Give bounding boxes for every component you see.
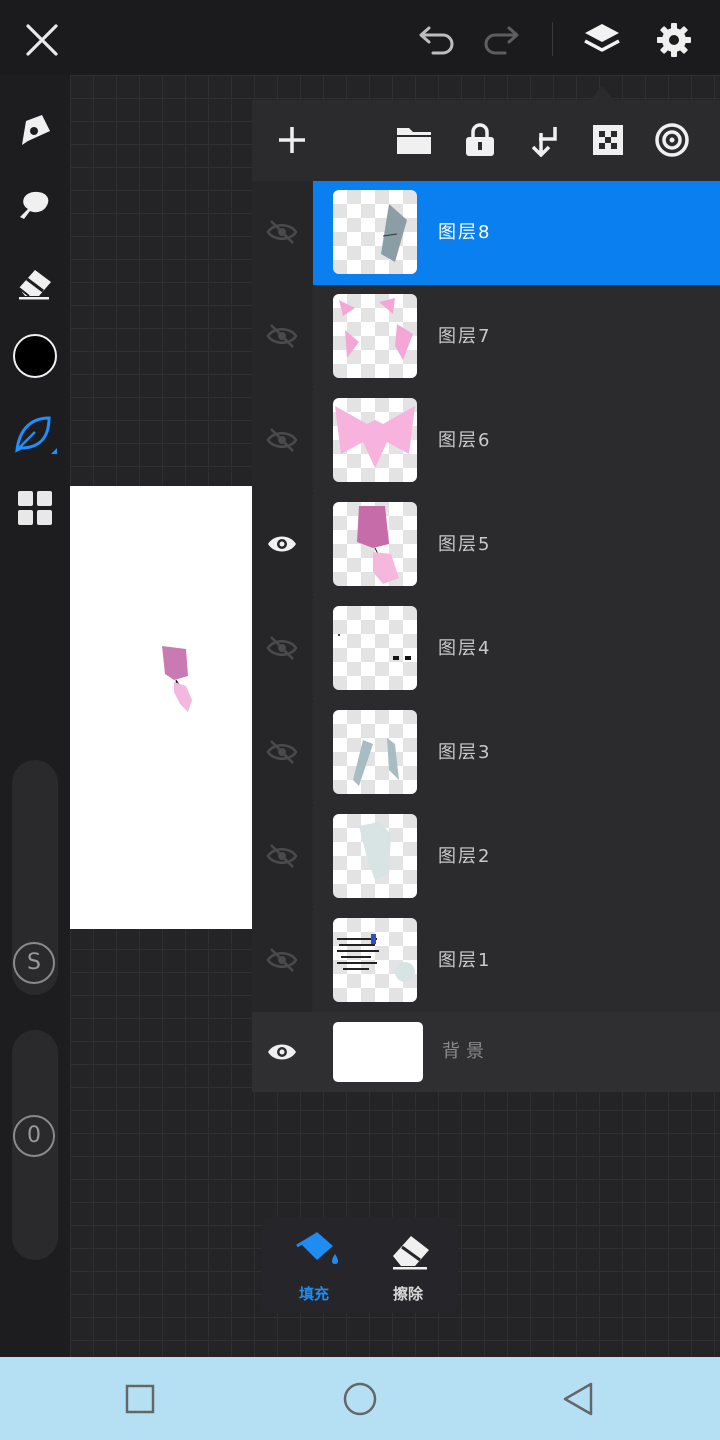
recent-apps-icon[interactable] [116,1375,164,1423]
paint-bucket-icon[interactable] [292,1227,342,1273]
toolbar-divider [552,22,553,56]
layer-name: 图层5 [438,534,492,555]
folder-icon[interactable] [394,120,434,160]
redo-icon[interactable] [478,18,524,62]
background-layer-row[interactable]: 背景 [252,1012,720,1092]
layer-name: 图层2 [438,846,492,867]
top-toolbar [0,0,720,100]
layer-row[interactable]: 图层3 [252,701,720,806]
color-swatch[interactable] [13,334,57,378]
layer-item[interactable]: 图层7 [313,285,720,389]
undo-icon[interactable] [414,18,460,62]
opacity-label: 0 [13,1115,55,1157]
layer-thumbnail [333,606,417,690]
layer-panel: 图层8 图层7 图层6 图层5 图层4 图层3 图层2 图层1 背景 [252,100,720,1092]
layer-item[interactable]: 图层6 [313,389,720,493]
layer-item[interactable]: 图层5 [313,493,720,597]
layer-actions-bar [252,100,720,181]
layer-item[interactable]: 图层1 [313,909,720,1013]
gallery-grid-icon[interactable] [14,487,56,529]
eye-hidden-icon [266,324,298,348]
close-icon[interactable] [18,16,66,64]
visibility-toggle[interactable] [252,805,312,909]
brush-leaf-icon[interactable] [10,409,60,459]
eye-hidden-icon [266,220,298,244]
layer-item[interactable]: 图层4 [313,597,720,701]
eye-visible-icon [268,536,296,552]
add-layer-icon[interactable] [272,120,312,160]
layer-name: 图层3 [438,742,492,763]
layers-icon[interactable] [578,16,626,64]
drawing-canvas[interactable] [70,486,252,929]
eraser-icon[interactable] [12,259,58,305]
visibility-toggle[interactable] [252,389,312,493]
layer-row[interactable]: 图层2 [252,805,720,910]
brush-size-label: S [13,942,55,984]
target-icon[interactable] [652,120,692,160]
eye-hidden-icon [266,636,298,660]
erase-label[interactable]: 擦除 [393,1283,423,1304]
left-toolbar: S 0 [0,75,70,1357]
layer-row[interactable]: 图层5 [252,493,720,598]
layer-row[interactable]: 图层7 [252,285,720,390]
background-color-thumb[interactable] [333,1022,423,1082]
panel-pointer [590,86,614,100]
layer-thumbnail [333,398,417,482]
eye-hidden-icon [266,948,298,972]
eye-visible-icon[interactable] [266,1040,298,1064]
layer-row[interactable]: 图层6 [252,389,720,494]
layer-row[interactable]: 图层1 [252,909,720,1014]
background-layer-name: 背景 [442,1041,490,1062]
back-icon[interactable] [554,1375,602,1423]
erase-icon[interactable] [386,1227,436,1273]
canvas-artwork [162,646,192,712]
eye-hidden-icon [266,740,298,764]
home-icon[interactable] [336,1375,384,1423]
gear-icon[interactable] [650,16,698,64]
layer-thumbnail [333,710,417,794]
smudge-icon[interactable] [12,183,58,229]
layer-item-selected[interactable]: 图层8 [313,181,720,285]
layer-name: 图层6 [438,430,492,451]
layer-row[interactable]: 图层8 [252,181,720,286]
merge-down-icon[interactable] [524,120,564,160]
visibility-toggle[interactable] [252,493,312,597]
transparency-icon[interactable] [588,120,628,160]
eye-hidden-icon [266,428,298,452]
eye-hidden-icon [266,844,298,868]
layer-item[interactable]: 图层3 [313,701,720,805]
layer-thumbnail [333,502,417,586]
system-nav-bar [0,1357,720,1440]
layer-item[interactable]: 图层2 [313,805,720,909]
layer-name: 图层7 [438,326,492,347]
visibility-toggle[interactable] [252,701,312,805]
layer-row[interactable]: 图层4 [252,597,720,702]
visibility-toggle[interactable] [252,285,312,389]
layer-name: 图层4 [438,638,492,659]
layer-thumbnail [333,294,417,378]
visibility-toggle[interactable] [252,597,312,701]
lock-icon[interactable] [460,120,500,160]
visibility-toggle[interactable] [252,909,312,1013]
layer-name: 图层1 [438,950,492,971]
layer-thumbnail [333,814,417,898]
layer-thumbnail [333,918,417,1002]
layer-thumbnail [333,190,417,274]
pen-icon[interactable] [12,107,58,153]
fill-erase-popup: 填充 擦除 [262,1217,458,1313]
visibility-toggle[interactable] [252,181,312,285]
fill-label[interactable]: 填充 [299,1283,329,1304]
layer-name: 图层8 [438,222,492,243]
